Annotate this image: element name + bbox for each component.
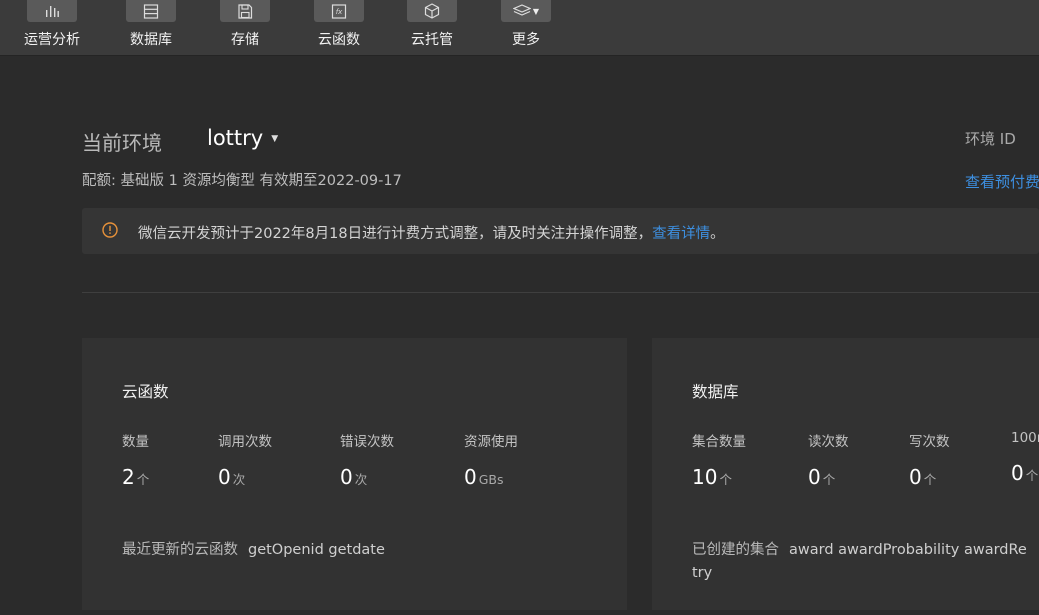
- notice-text-wrap: 微信云开发预计于2022年8月18日进行计费方式调整，请及时关注并操作调整，查看…: [138, 222, 725, 243]
- toolbar-label-cloud-function: 云函数: [318, 32, 360, 48]
- cloud-function-card: 云函数 数量 2个 调用次数 0次 错误次数 0次 资源使用 0 GBs 最近更新…: [82, 338, 627, 610]
- card-title: 数据库: [692, 383, 739, 401]
- metric-unit: 个: [822, 472, 836, 487]
- metric-value: 0: [1011, 461, 1024, 485]
- metric-value-wrap: 2个: [122, 465, 149, 489]
- recent-function-names: getOpenid getdate: [248, 542, 385, 558]
- env-id-label: 环境 ID: [965, 130, 1016, 148]
- database-icon: [126, 0, 176, 22]
- metric-writes: 写次数 0个: [909, 430, 950, 489]
- metric-resource-usage: 资源使用 0 GBs: [464, 430, 518, 489]
- metric-label: 数量: [122, 434, 149, 450]
- metric-value-wrap: 10 个: [692, 465, 746, 489]
- metric-label: 资源使用: [464, 434, 518, 450]
- cube-icon: [407, 0, 457, 22]
- recent-label: 最近更新的云函数: [122, 542, 238, 558]
- metric-label: 写次数: [909, 434, 950, 450]
- env-label: 当前环境: [82, 131, 162, 155]
- top-toolbar: 运营分析 数据库 存储 fx 云函数 云托管 ▼ 更多: [0, 0, 1039, 56]
- toolbar-item-analytics[interactable]: 运营分析: [12, 0, 92, 55]
- metric-value: 2: [122, 465, 135, 489]
- metric-value-wrap: 0个: [1011, 461, 1039, 485]
- collection-names: award awardProbability awardRe: [789, 542, 1027, 558]
- notice-suffix: 。: [710, 226, 725, 242]
- toolbar-label-storage: 存储: [231, 32, 259, 48]
- metric-reads: 读次数 0个: [808, 430, 849, 489]
- bar-chart-icon: [27, 0, 77, 22]
- metric-unit: 个: [719, 472, 732, 487]
- metric-value-wrap: 0次: [340, 465, 394, 489]
- metric-collection-count: 集合数量 10 个: [692, 430, 746, 489]
- billing-notice: 微信云开发预计于2022年8月18日进行计费方式调整，请及时关注并操作调整，查看…: [82, 208, 1039, 254]
- env-selected-value: lottry: [207, 126, 264, 150]
- notice-details-link[interactable]: 查看详情: [652, 226, 710, 242]
- metric-value: 0: [909, 465, 922, 489]
- toolbar-label-analytics: 运营分析: [24, 32, 80, 48]
- metric-label: 读次数: [808, 434, 849, 450]
- toolbar-item-database[interactable]: 数据库: [111, 0, 191, 55]
- divider: [82, 292, 1039, 293]
- toolbar-label-more: 更多: [512, 32, 540, 48]
- metric-value: 0: [808, 465, 821, 489]
- metric-unit: 个: [1025, 468, 1039, 483]
- env-selector[interactable]: lottry ▼: [207, 126, 278, 150]
- metric-function-count: 数量 2个: [122, 430, 149, 489]
- metric-unit: 个: [136, 472, 150, 487]
- caret-down-icon: ▼: [271, 134, 279, 144]
- chevron-down-icon: ▼: [532, 6, 540, 16]
- metric-capacity: 100m 0个: [1011, 430, 1039, 485]
- toolbar-item-more[interactable]: ▼ 更多: [486, 0, 566, 55]
- metric-value-wrap: 0次: [218, 465, 272, 489]
- metric-label: 错误次数: [340, 434, 394, 450]
- metric-unit: GBs: [478, 472, 504, 487]
- metric-unit: 个: [923, 472, 937, 487]
- recent-label: 已创建的集合: [692, 542, 779, 558]
- prepaid-link[interactable]: 查看预付费: [965, 171, 1039, 192]
- metric-label: 集合数量: [692, 434, 746, 450]
- function-icon: fx: [314, 0, 364, 22]
- save-disk-icon: [220, 0, 270, 22]
- metric-unit: 次: [354, 472, 368, 487]
- warning-icon: [102, 222, 118, 238]
- layers-icon: ▼: [501, 0, 551, 22]
- metric-invocations: 调用次数 0次: [218, 430, 272, 489]
- toolbar-item-storage[interactable]: 存储: [205, 0, 285, 55]
- created-collections: 已创建的集合 award awardProbability awardRe try: [692, 539, 1039, 585]
- metric-value: 0: [340, 465, 353, 489]
- metric-value: 0: [464, 465, 477, 489]
- metric-value-wrap: 0个: [909, 465, 950, 489]
- metric-value: 10: [692, 465, 718, 489]
- metric-errors: 错误次数 0次: [340, 430, 394, 489]
- toolbar-item-cloud-function[interactable]: fx 云函数: [299, 0, 379, 55]
- recent-functions: 最近更新的云函数 getOpenid getdate: [122, 539, 385, 562]
- database-card: 数据库 集合数量 10个 读次数 0个 写次数 0个 100m 0个 已创建的集…: [652, 338, 1039, 610]
- toolbar-label-database: 数据库: [130, 32, 172, 48]
- metric-value: 0: [218, 465, 231, 489]
- collection-names-wrap: try: [692, 565, 713, 581]
- metric-unit: 次: [232, 472, 246, 487]
- svg-text:fx: fx: [336, 8, 343, 16]
- metric-label: 100m: [1011, 430, 1039, 446]
- card-title: 云函数: [122, 383, 169, 401]
- toolbar-label-cloud-hosting: 云托管: [411, 32, 453, 48]
- toolbar-item-cloud-hosting[interactable]: 云托管: [392, 0, 472, 55]
- metric-value-wrap: 0个: [808, 465, 849, 489]
- metric-label: 调用次数: [218, 434, 272, 450]
- metric-value-wrap: 0 GBs: [464, 465, 518, 489]
- notice-text: 微信云开发预计于2022年8月18日进行计费方式调整，请及时关注并操作调整，: [138, 226, 653, 242]
- quota-info: 配额: 基础版 1 资源均衡型 有效期至2022-09-17: [82, 173, 402, 189]
